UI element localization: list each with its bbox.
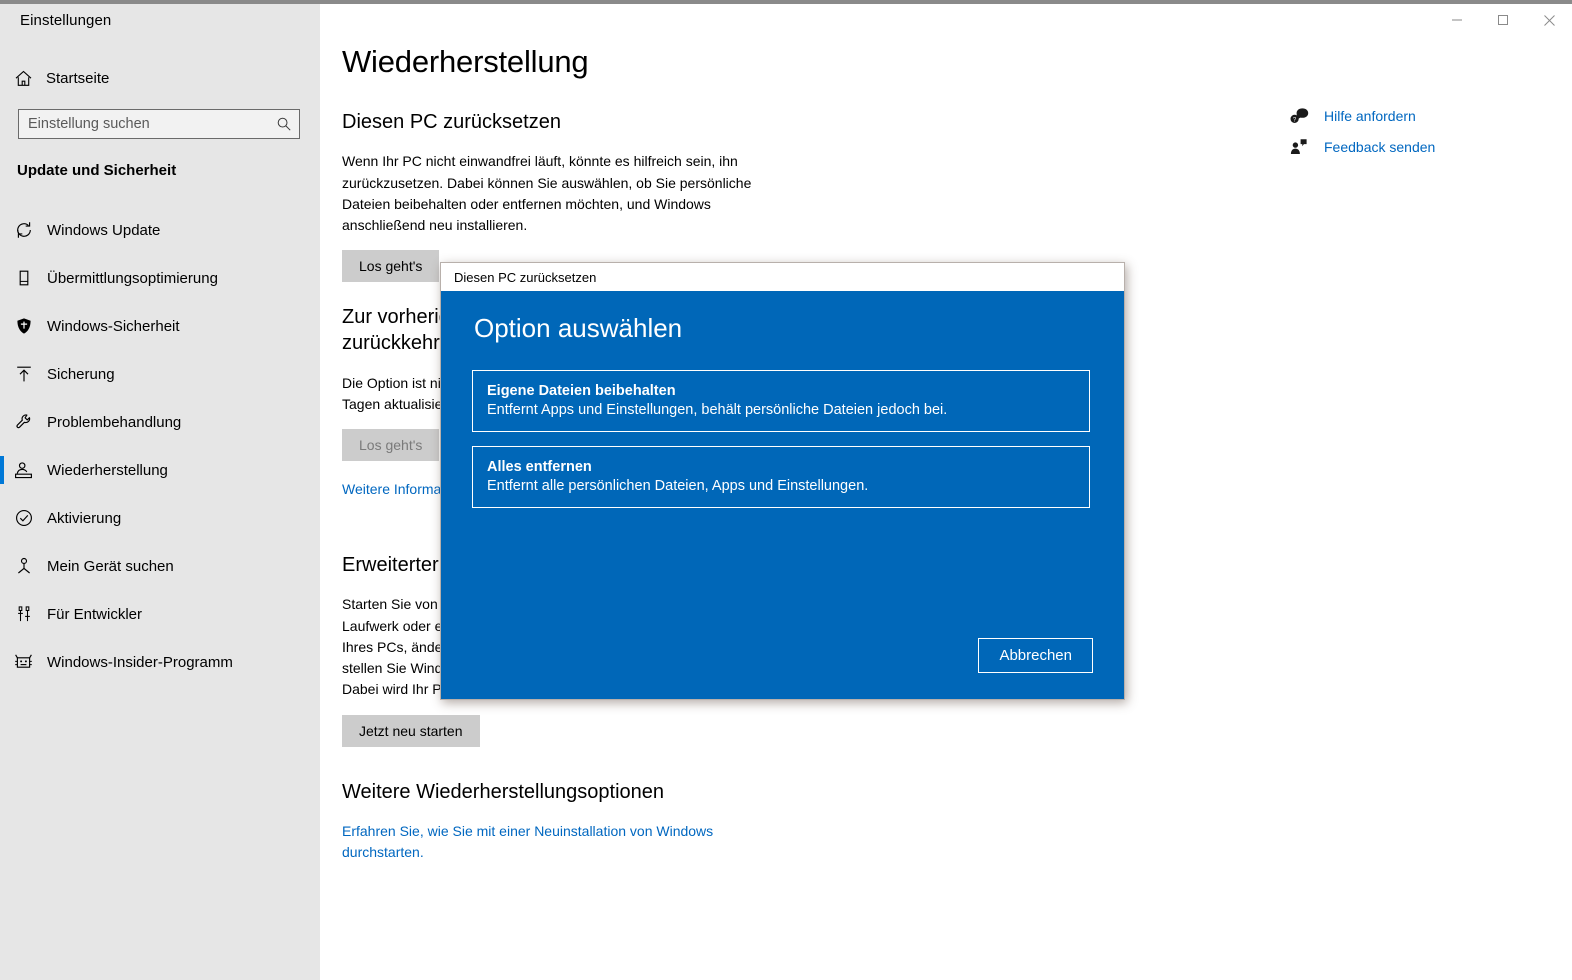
section-body: Wenn Ihr PC nicht einwandfrei läuft, kön… bbox=[342, 153, 752, 234]
selection-indicator bbox=[0, 600, 4, 628]
minimize-button[interactable] bbox=[1434, 4, 1480, 36]
reset-pc-get-started-button[interactable]: Los geht's bbox=[342, 250, 440, 283]
upload-arrow-icon bbox=[0, 364, 47, 384]
dialog-cancel-button[interactable]: Abbrechen bbox=[978, 638, 1093, 673]
selection-indicator bbox=[0, 456, 4, 484]
page-title: Wiederherstellung bbox=[342, 44, 589, 79]
settings-window: Einstellungen Startseite Update und Sich… bbox=[0, 4, 1572, 980]
delivery-icon bbox=[0, 268, 47, 288]
sidebar-item-label: Mein Gerät suchen bbox=[47, 557, 174, 575]
help-panel: ? Hilfe anfordern Feedback senden bbox=[1290, 100, 1490, 162]
sidebar-item-label: Windows-Sicherheit bbox=[47, 317, 180, 335]
dialog-option-keep-my-files[interactable]: Eigene Dateien beibehalten Entfernt Apps… bbox=[472, 370, 1090, 432]
shield-icon bbox=[0, 316, 47, 336]
dialog-option-remove-everything[interactable]: Alles entfernen Entfernt alle persönlich… bbox=[472, 446, 1090, 508]
selection-indicator bbox=[0, 504, 4, 532]
sidebar-item-backup[interactable]: Sicherung bbox=[0, 350, 320, 398]
send-feedback-link[interactable]: Feedback senden bbox=[1290, 131, 1490, 162]
sidebar-item-windows-update[interactable]: Windows Update bbox=[0, 206, 320, 254]
selection-indicator bbox=[0, 360, 4, 388]
selection-indicator bbox=[0, 312, 4, 340]
send-feedback-label: Feedback senden bbox=[1324, 138, 1436, 155]
sidebar-group-title: Update und Sicherheit bbox=[17, 162, 177, 179]
sidebar: Einstellungen Startseite Update und Sich… bbox=[0, 4, 320, 980]
help-question-icon: ? bbox=[1290, 107, 1324, 124]
dialog-heading: Option auswählen bbox=[474, 313, 683, 343]
dialog-option-title: Alles entfernen bbox=[487, 459, 592, 475]
restart-now-button[interactable]: Jetzt neu starten bbox=[342, 714, 480, 747]
get-help-link[interactable]: ? Hilfe anfordern bbox=[1290, 100, 1490, 131]
sidebar-item-for-developers[interactable]: Für Entwickler bbox=[0, 590, 320, 638]
refresh-icon bbox=[0, 220, 47, 240]
home-icon bbox=[0, 69, 46, 88]
section-reset-pc: Diesen PC zurücksetzen Wenn Ihr PC nicht… bbox=[342, 109, 752, 283]
sidebar-nav-list: Windows Update Übermittlungsoptimierung bbox=[0, 206, 320, 686]
get-help-label: Hilfe anfordern bbox=[1324, 107, 1416, 124]
selection-indicator bbox=[0, 648, 4, 676]
sidebar-item-label: Für Entwickler bbox=[47, 605, 143, 623]
sidebar-item-windows-security[interactable]: Windows-Sicherheit bbox=[0, 302, 320, 350]
wrench-icon bbox=[0, 412, 47, 432]
sidebar-item-label: Aktivierung bbox=[47, 509, 122, 527]
dialog-option-description: Entfernt Apps und Einstellungen, behält … bbox=[487, 402, 948, 418]
maximize-button[interactable] bbox=[1480, 4, 1526, 36]
fresh-start-link[interactable]: Erfahren Sie, wie Sie mit einer Neuinsta… bbox=[342, 823, 713, 859]
section-heading: Weitere Wiederherstellungsoptionen bbox=[342, 781, 665, 803]
selection-indicator bbox=[0, 552, 4, 580]
sidebar-item-label: Übermittlungsoptimierung bbox=[47, 269, 218, 287]
search-input[interactable] bbox=[19, 116, 269, 132]
recovery-icon bbox=[0, 460, 47, 481]
insider-bug-icon bbox=[0, 652, 47, 673]
sidebar-item-recovery[interactable]: Wiederherstellung bbox=[0, 446, 320, 494]
app-title: Einstellungen bbox=[20, 12, 112, 29]
dialog-titlebar-label: Diesen PC zurücksetzen bbox=[454, 269, 597, 285]
dialog-titlebar: Diesen PC zurücksetzen bbox=[441, 263, 1124, 291]
search-icon[interactable] bbox=[269, 116, 299, 132]
go-back-get-started-button[interactable]: Los geht's bbox=[342, 429, 440, 462]
sidebar-item-activation[interactable]: Aktivierung bbox=[0, 494, 320, 542]
feedback-person-icon bbox=[1290, 138, 1324, 155]
sidebar-item-label: Problembehandlung bbox=[47, 413, 182, 431]
search-box[interactable] bbox=[18, 109, 300, 139]
sidebar-item-home[interactable]: Startseite bbox=[0, 58, 320, 98]
sidebar-item-windows-insider-program[interactable]: Windows-Insider-Programm bbox=[0, 638, 320, 686]
dialog-option-description: Entfernt alle persönlichen Dateien, Apps… bbox=[487, 478, 869, 494]
window-caption-buttons bbox=[1434, 4, 1572, 36]
sidebar-item-label: Windows-Insider-Programm bbox=[47, 653, 233, 671]
section-heading: Diesen PC zurücksetzen bbox=[342, 111, 561, 133]
dialog-body: Option auswählen Eigene Dateien beibehal… bbox=[441, 291, 1124, 699]
locate-device-icon bbox=[0, 556, 47, 576]
section-more-recovery-options: Weitere Wiederherstellungsoptionen Erfah… bbox=[342, 779, 772, 862]
selection-indicator bbox=[0, 216, 4, 244]
sidebar-item-delivery-optimization[interactable]: Übermittlungsoptimierung bbox=[0, 254, 320, 302]
sidebar-item-home-label: Startseite bbox=[46, 69, 110, 87]
sidebar-item-find-my-device[interactable]: Mein Gerät suchen bbox=[0, 542, 320, 590]
dialog-option-title: Eigene Dateien beibehalten bbox=[487, 383, 676, 399]
check-circle-icon bbox=[0, 508, 47, 528]
sidebar-item-label: Windows Update bbox=[47, 221, 161, 239]
developer-tools-icon bbox=[0, 604, 47, 624]
close-button[interactable] bbox=[1526, 4, 1572, 36]
sidebar-item-troubleshoot[interactable]: Problembehandlung bbox=[0, 398, 320, 446]
selection-indicator bbox=[0, 264, 4, 292]
sidebar-item-label: Sicherung bbox=[47, 365, 115, 383]
sidebar-item-label: Wiederherstellung bbox=[47, 461, 168, 479]
reset-pc-dialog: Diesen PC zurücksetzen Option auswählen … bbox=[440, 262, 1125, 700]
selection-indicator bbox=[0, 408, 4, 436]
